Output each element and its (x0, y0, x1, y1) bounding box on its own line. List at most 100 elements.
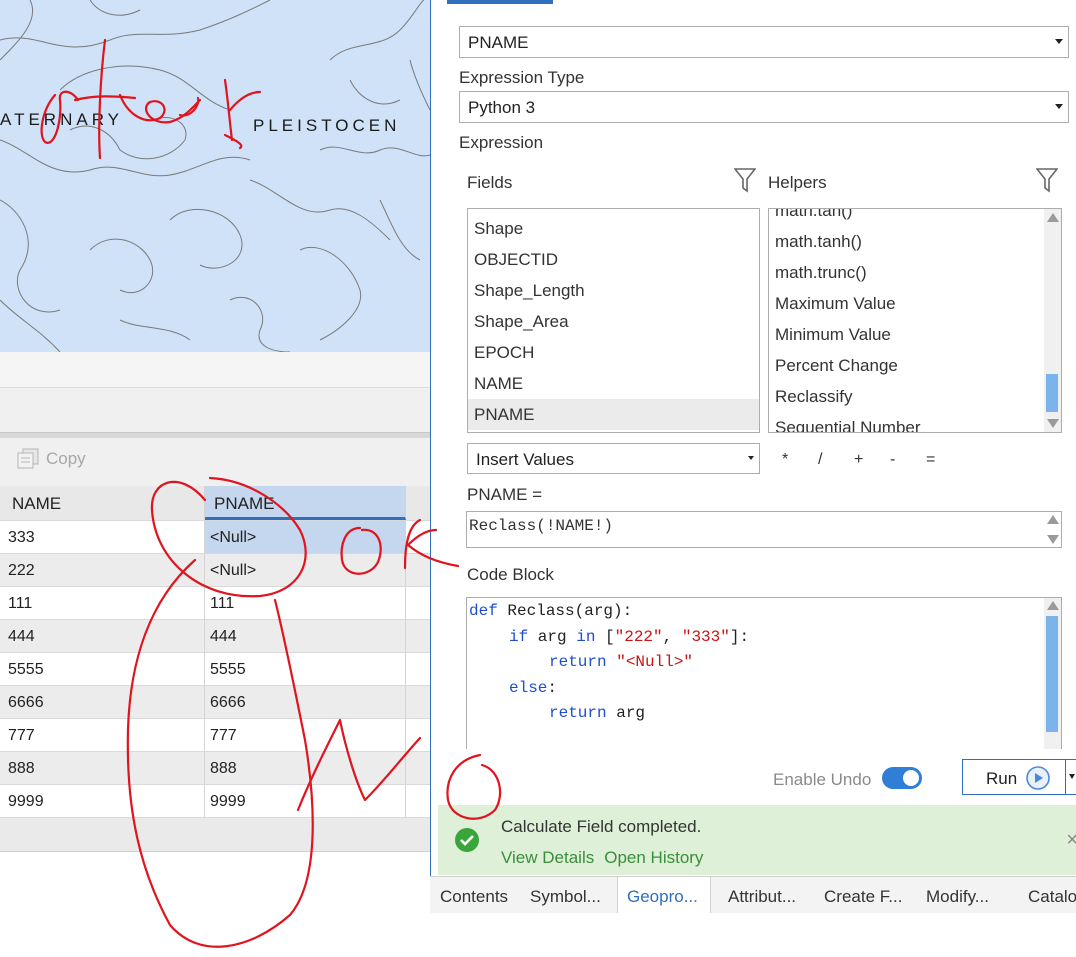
operator-minus[interactable]: - (890, 451, 926, 469)
code-line: return "<Null>" (549, 653, 694, 671)
helper-item[interactable]: Reclassify (769, 381, 1045, 412)
helpers-scrollbar[interactable] (1044, 209, 1061, 432)
helper-item[interactable]: Percent Change (769, 350, 1045, 381)
scroll-up-icon[interactable] (1047, 213, 1059, 222)
code-block-editor[interactable]: def Reclass(arg): if arg in ["222", "333… (466, 597, 1062, 749)
scroll-thumb[interactable] (1046, 616, 1058, 732)
tab-modify-features[interactable]: Modify... (926, 877, 989, 914)
table-footer (0, 818, 430, 852)
enable-undo-label: Enable Undo (773, 770, 872, 789)
view-details-link[interactable]: View Details (501, 848, 594, 868)
tab-create-features[interactable]: Create F... (824, 877, 902, 914)
table-row[interactable]: 9999 9999 (0, 785, 430, 818)
cell-name[interactable]: 444 (0, 620, 205, 652)
map-label-pleistocene: PLEISTOCEN (253, 116, 401, 135)
cell-pname[interactable]: <Null> (205, 521, 406, 553)
table-row[interactable]: 222 <Null> (0, 554, 430, 587)
helper-item[interactable]: Sequential Number (769, 412, 1045, 432)
window-bottom-margin (0, 913, 1076, 957)
open-history-link[interactable]: Open History (604, 848, 703, 868)
field-name-dropdown[interactable]: PNAME (459, 26, 1069, 58)
cell-pname[interactable]: 444 (205, 620, 406, 652)
cell-pname[interactable]: 5555 (205, 653, 406, 685)
cell-pname[interactable]: 777 (205, 719, 406, 751)
helpers-list[interactable]: math.tan() math.tanh() math.trunc() Maxi… (768, 208, 1062, 433)
field-item-selected[interactable]: PNAME (468, 399, 759, 430)
copy-icon (16, 448, 40, 470)
helper-item[interactable]: Minimum Value (769, 319, 1045, 350)
chevron-down-icon (748, 455, 754, 460)
expression-type-dropdown[interactable]: Python 3 (459, 91, 1069, 123)
cell-pname[interactable]: <Null> (205, 554, 406, 586)
helper-item[interactable]: math.trunc() (769, 257, 1045, 288)
copy-button[interactable]: Copy (16, 448, 86, 470)
fields-filter-icon[interactable] (734, 167, 756, 193)
table-row[interactable]: 333 <Null> (0, 521, 430, 554)
run-options-dropdown[interactable] (1066, 759, 1076, 795)
operator-plus[interactable]: + (854, 451, 890, 469)
scroll-down-icon[interactable] (1047, 419, 1059, 428)
field-item[interactable]: Shape_Length (468, 275, 759, 306)
close-icon[interactable]: × (1066, 829, 1076, 852)
scroll-up-icon[interactable] (1047, 515, 1059, 524)
table-row[interactable]: 888 888 (0, 752, 430, 785)
cell-name[interactable]: 777 (0, 719, 205, 751)
helper-item[interactable]: Maximum Value (769, 288, 1045, 319)
cell-name[interactable]: 111 (0, 587, 205, 619)
table-empty-area (0, 852, 430, 913)
tab-symbology[interactable]: Symbol... (530, 877, 601, 914)
operator-equals[interactable]: = (926, 451, 962, 469)
tab-geoprocessing[interactable]: Geopro... (617, 877, 711, 914)
cell-pname[interactable]: 6666 (205, 686, 406, 718)
success-message: Calculate Field completed. View Details … (438, 805, 1076, 875)
code-scrollbar[interactable] (1044, 598, 1061, 749)
table-tab-strip (0, 388, 430, 432)
field-item[interactable]: Shape_Area (468, 306, 759, 337)
run-button[interactable]: Run (962, 759, 1066, 795)
play-icon (1025, 765, 1051, 796)
cell-name[interactable]: 333 (0, 521, 205, 553)
field-item[interactable]: NAME (468, 368, 759, 399)
tab-attributes[interactable]: Attribut... (728, 877, 796, 914)
run-label: Run (986, 769, 1018, 788)
table-row[interactable]: 111 111 (0, 587, 430, 620)
cell-name[interactable]: 5555 (0, 653, 205, 685)
expression-target-label: PNAME = (467, 485, 543, 504)
column-header-pname[interactable]: PNAME (205, 486, 406, 520)
scroll-down-icon[interactable] (1047, 535, 1059, 544)
scroll-up-icon[interactable] (1047, 601, 1059, 610)
cell-pname[interactable]: 9999 (205, 785, 406, 817)
helpers-filter-icon[interactable] (1036, 167, 1058, 193)
table-row[interactable]: 5555 5555 (0, 653, 430, 686)
expression-input[interactable]: Reclass(!NAME!) (466, 511, 1062, 548)
scroll-thumb[interactable] (1046, 374, 1058, 412)
attribute-table: NAME PNAME 333 <Null> 222 <Null> 111 111… (0, 486, 430, 818)
cell-name[interactable]: 888 (0, 752, 205, 784)
map-view[interactable]: ATERNARY PLEISTOCEN (0, 0, 430, 352)
message-links: View Details Open History (501, 848, 703, 868)
fields-label: Fields (467, 173, 513, 192)
table-row[interactable]: 6666 6666 (0, 686, 430, 719)
helpers-label: Helpers (768, 173, 827, 192)
tab-catalog[interactable]: Catalo (1028, 877, 1076, 914)
cell-pname[interactable]: 111 (205, 587, 406, 619)
field-item[interactable]: EPOCH (468, 337, 759, 368)
expression-scrollbar[interactable] (1044, 512, 1061, 547)
operator-multiply[interactable]: * (782, 451, 818, 469)
field-item[interactable]: OBJECTID (468, 244, 759, 275)
enable-undo-toggle[interactable] (882, 767, 922, 789)
tab-contents[interactable]: Contents (440, 877, 508, 914)
field-item[interactable]: Shape (468, 213, 759, 244)
table-row[interactable]: 444 444 (0, 620, 430, 653)
table-row[interactable]: 777 777 (0, 719, 430, 752)
insert-values-dropdown[interactable]: Insert Values (467, 443, 760, 474)
cell-pname[interactable]: 888 (205, 752, 406, 784)
cell-name[interactable]: 6666 (0, 686, 205, 718)
column-header-name[interactable]: NAME (0, 486, 205, 520)
cell-name[interactable]: 222 (0, 554, 205, 586)
cell-name[interactable]: 9999 (0, 785, 205, 817)
fields-list[interactable]: Shape OBJECTID Shape_Length Shape_Area E… (467, 208, 760, 433)
operator-divide[interactable]: / (818, 451, 854, 469)
helper-item[interactable]: math.tan() (769, 209, 1045, 226)
helper-item[interactable]: math.tanh() (769, 226, 1045, 257)
